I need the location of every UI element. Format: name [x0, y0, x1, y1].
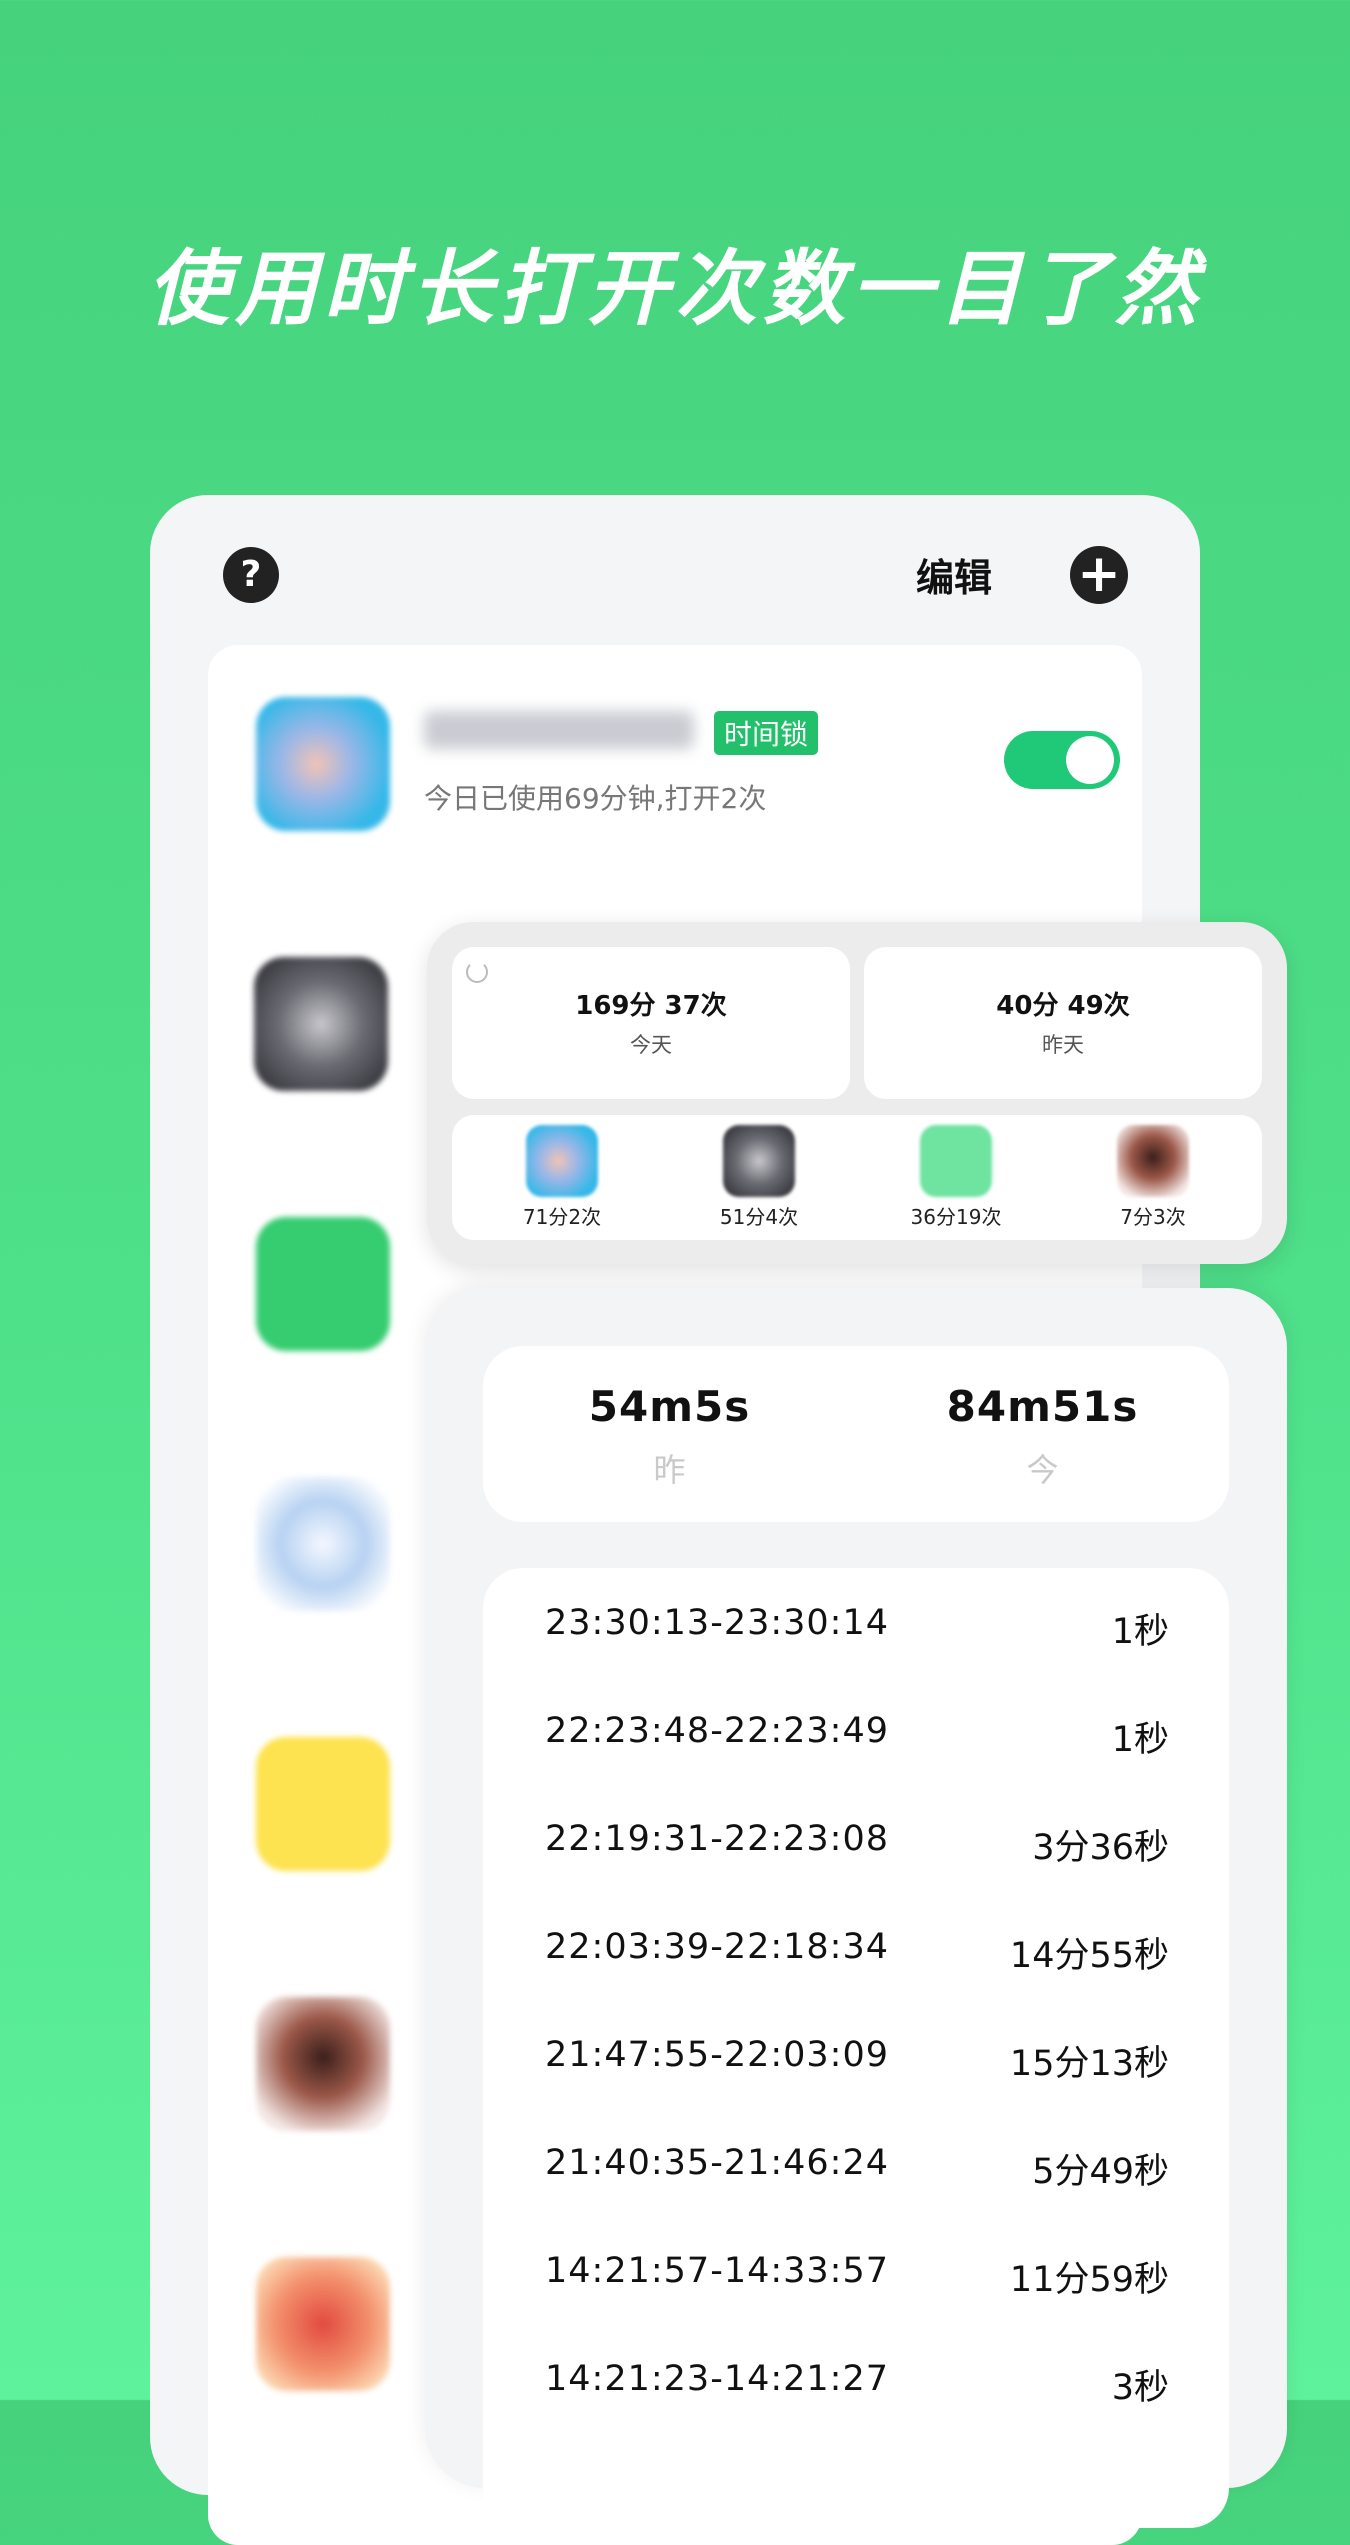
- session-log: 23:30:13-23:30:14 1秒 22:23:48-22:23:49 1…: [483, 1568, 1229, 2528]
- today-label: 今: [1026, 1451, 1059, 1489]
- yesterday-summary: 54m5s 昨: [483, 1382, 856, 1491]
- help-icon[interactable]: ?: [223, 547, 279, 603]
- today-total: 84m51s: [946, 1382, 1139, 1431]
- session-time-range: 22:23:48-22:23:49: [545, 1711, 890, 1751]
- app-name-blurred: [424, 711, 694, 749]
- yesterday-value: 40分 49次: [996, 991, 1130, 1021]
- widget-app[interactable]: 7分3次: [1083, 1125, 1223, 1230]
- headline: 使用时长打开次数一目了然: [147, 242, 1203, 337]
- widget-app-row: 71分2次 51分4次 36分19次 7分3次: [452, 1115, 1262, 1240]
- usage-widget: 169分 37次 今天 40分 49次 昨天 71分2次 51分4次 36分19…: [427, 922, 1287, 1264]
- session-row: 23:30:13-23:30:14 1秒: [545, 1603, 1169, 1663]
- session-time-range: 23:30:13-23:30:14: [545, 1603, 890, 1643]
- session-time-range: 21:40:35-21:46:24: [545, 2143, 890, 2183]
- yesterday-label: 昨: [653, 1451, 686, 1489]
- edit-button[interactable]: 编辑: [916, 547, 992, 602]
- session-row: 22:23:48-22:23:49 1秒: [545, 1711, 1169, 1771]
- refresh-icon[interactable]: [466, 961, 488, 983]
- app-icon: [920, 1125, 992, 1197]
- session-time-range: 22:19:31-22:23:08: [545, 1819, 890, 1859]
- session-row: 21:47:55-22:03:09 15分13秒: [545, 2035, 1169, 2095]
- yesterday-stat: 40分 49次 昨天: [864, 947, 1262, 1099]
- session-row: 22:03:39-22:18:34 14分55秒: [545, 1927, 1169, 1987]
- session-duration: 5分49秒: [1032, 2152, 1169, 2192]
- app-icon[interactable]: [256, 2257, 390, 2391]
- yesterday-label: 昨天: [1042, 1033, 1084, 1057]
- app-icon: [526, 1125, 598, 1197]
- session-duration: 15分13秒: [1009, 2044, 1169, 2084]
- add-icon[interactable]: +: [1070, 546, 1128, 604]
- session-row: 14:21:23-14:21:27 3秒: [545, 2359, 1169, 2419]
- usage-detail-panel: 54m5s 昨 84m51s 今 23:30:13-23:30:14 1秒 22…: [425, 1288, 1287, 2528]
- app-icon[interactable]: [256, 1477, 390, 1611]
- session-duration: 14分55秒: [1009, 1936, 1169, 1976]
- widget-app-label: 71分2次: [522, 1205, 602, 1229]
- session-row: 22:19:31-22:23:08 3分36秒: [545, 1819, 1169, 1879]
- widget-app[interactable]: 36分19次: [886, 1125, 1026, 1230]
- app-icon[interactable]: [256, 1217, 390, 1351]
- app-icon: [723, 1125, 795, 1197]
- usage-text: 今日已使用69分钟,打开2次: [424, 782, 767, 815]
- session-duration: 3分36秒: [1032, 1828, 1169, 1868]
- session-time-range: 21:47:55-22:03:09: [545, 2035, 890, 2075]
- today-value: 169分 37次: [575, 991, 727, 1021]
- today-summary: 84m51s 今: [856, 1382, 1229, 1491]
- widget-app[interactable]: 51分4次: [689, 1125, 829, 1230]
- session-time-range: 22:03:39-22:18:34: [545, 1927, 890, 1967]
- session-duration: 1秒: [1111, 1612, 1169, 1652]
- session-time-range: 14:21:57-14:33:57: [545, 2251, 890, 2291]
- time-lock-tag: 时间锁: [714, 711, 819, 755]
- app-icon[interactable]: [256, 1737, 390, 1871]
- session-time-range: 14:21:23-14:21:27: [545, 2359, 890, 2399]
- today-stat: 169分 37次 今天: [452, 947, 850, 1099]
- session-row: 14:21:57-14:33:57 11分59秒: [545, 2251, 1169, 2311]
- yesterday-total: 54m5s: [588, 1382, 751, 1431]
- today-label: 今天: [630, 1033, 672, 1057]
- widget-app-label: 51分4次: [719, 1205, 799, 1229]
- app-icon[interactable]: [256, 697, 390, 831]
- session-row: 21:40:35-21:46:24 5分49秒: [545, 2143, 1169, 2203]
- widget-app-label: 36分19次: [910, 1205, 1002, 1229]
- app-icon: [1117, 1125, 1189, 1197]
- app-icon[interactable]: [254, 957, 388, 1091]
- daily-summary: 54m5s 昨 84m51s 今: [483, 1346, 1229, 1522]
- widget-app[interactable]: 71分2次: [492, 1125, 632, 1230]
- session-duration: 3秒: [1111, 2368, 1169, 2408]
- widget-app-label: 7分3次: [1120, 1205, 1186, 1229]
- session-duration: 11分59秒: [1009, 2260, 1169, 2300]
- session-duration: 1秒: [1111, 1720, 1169, 1760]
- time-lock-toggle[interactable]: [1004, 731, 1120, 789]
- app-icon[interactable]: [256, 1997, 390, 2131]
- toggle-knob: [1066, 736, 1114, 784]
